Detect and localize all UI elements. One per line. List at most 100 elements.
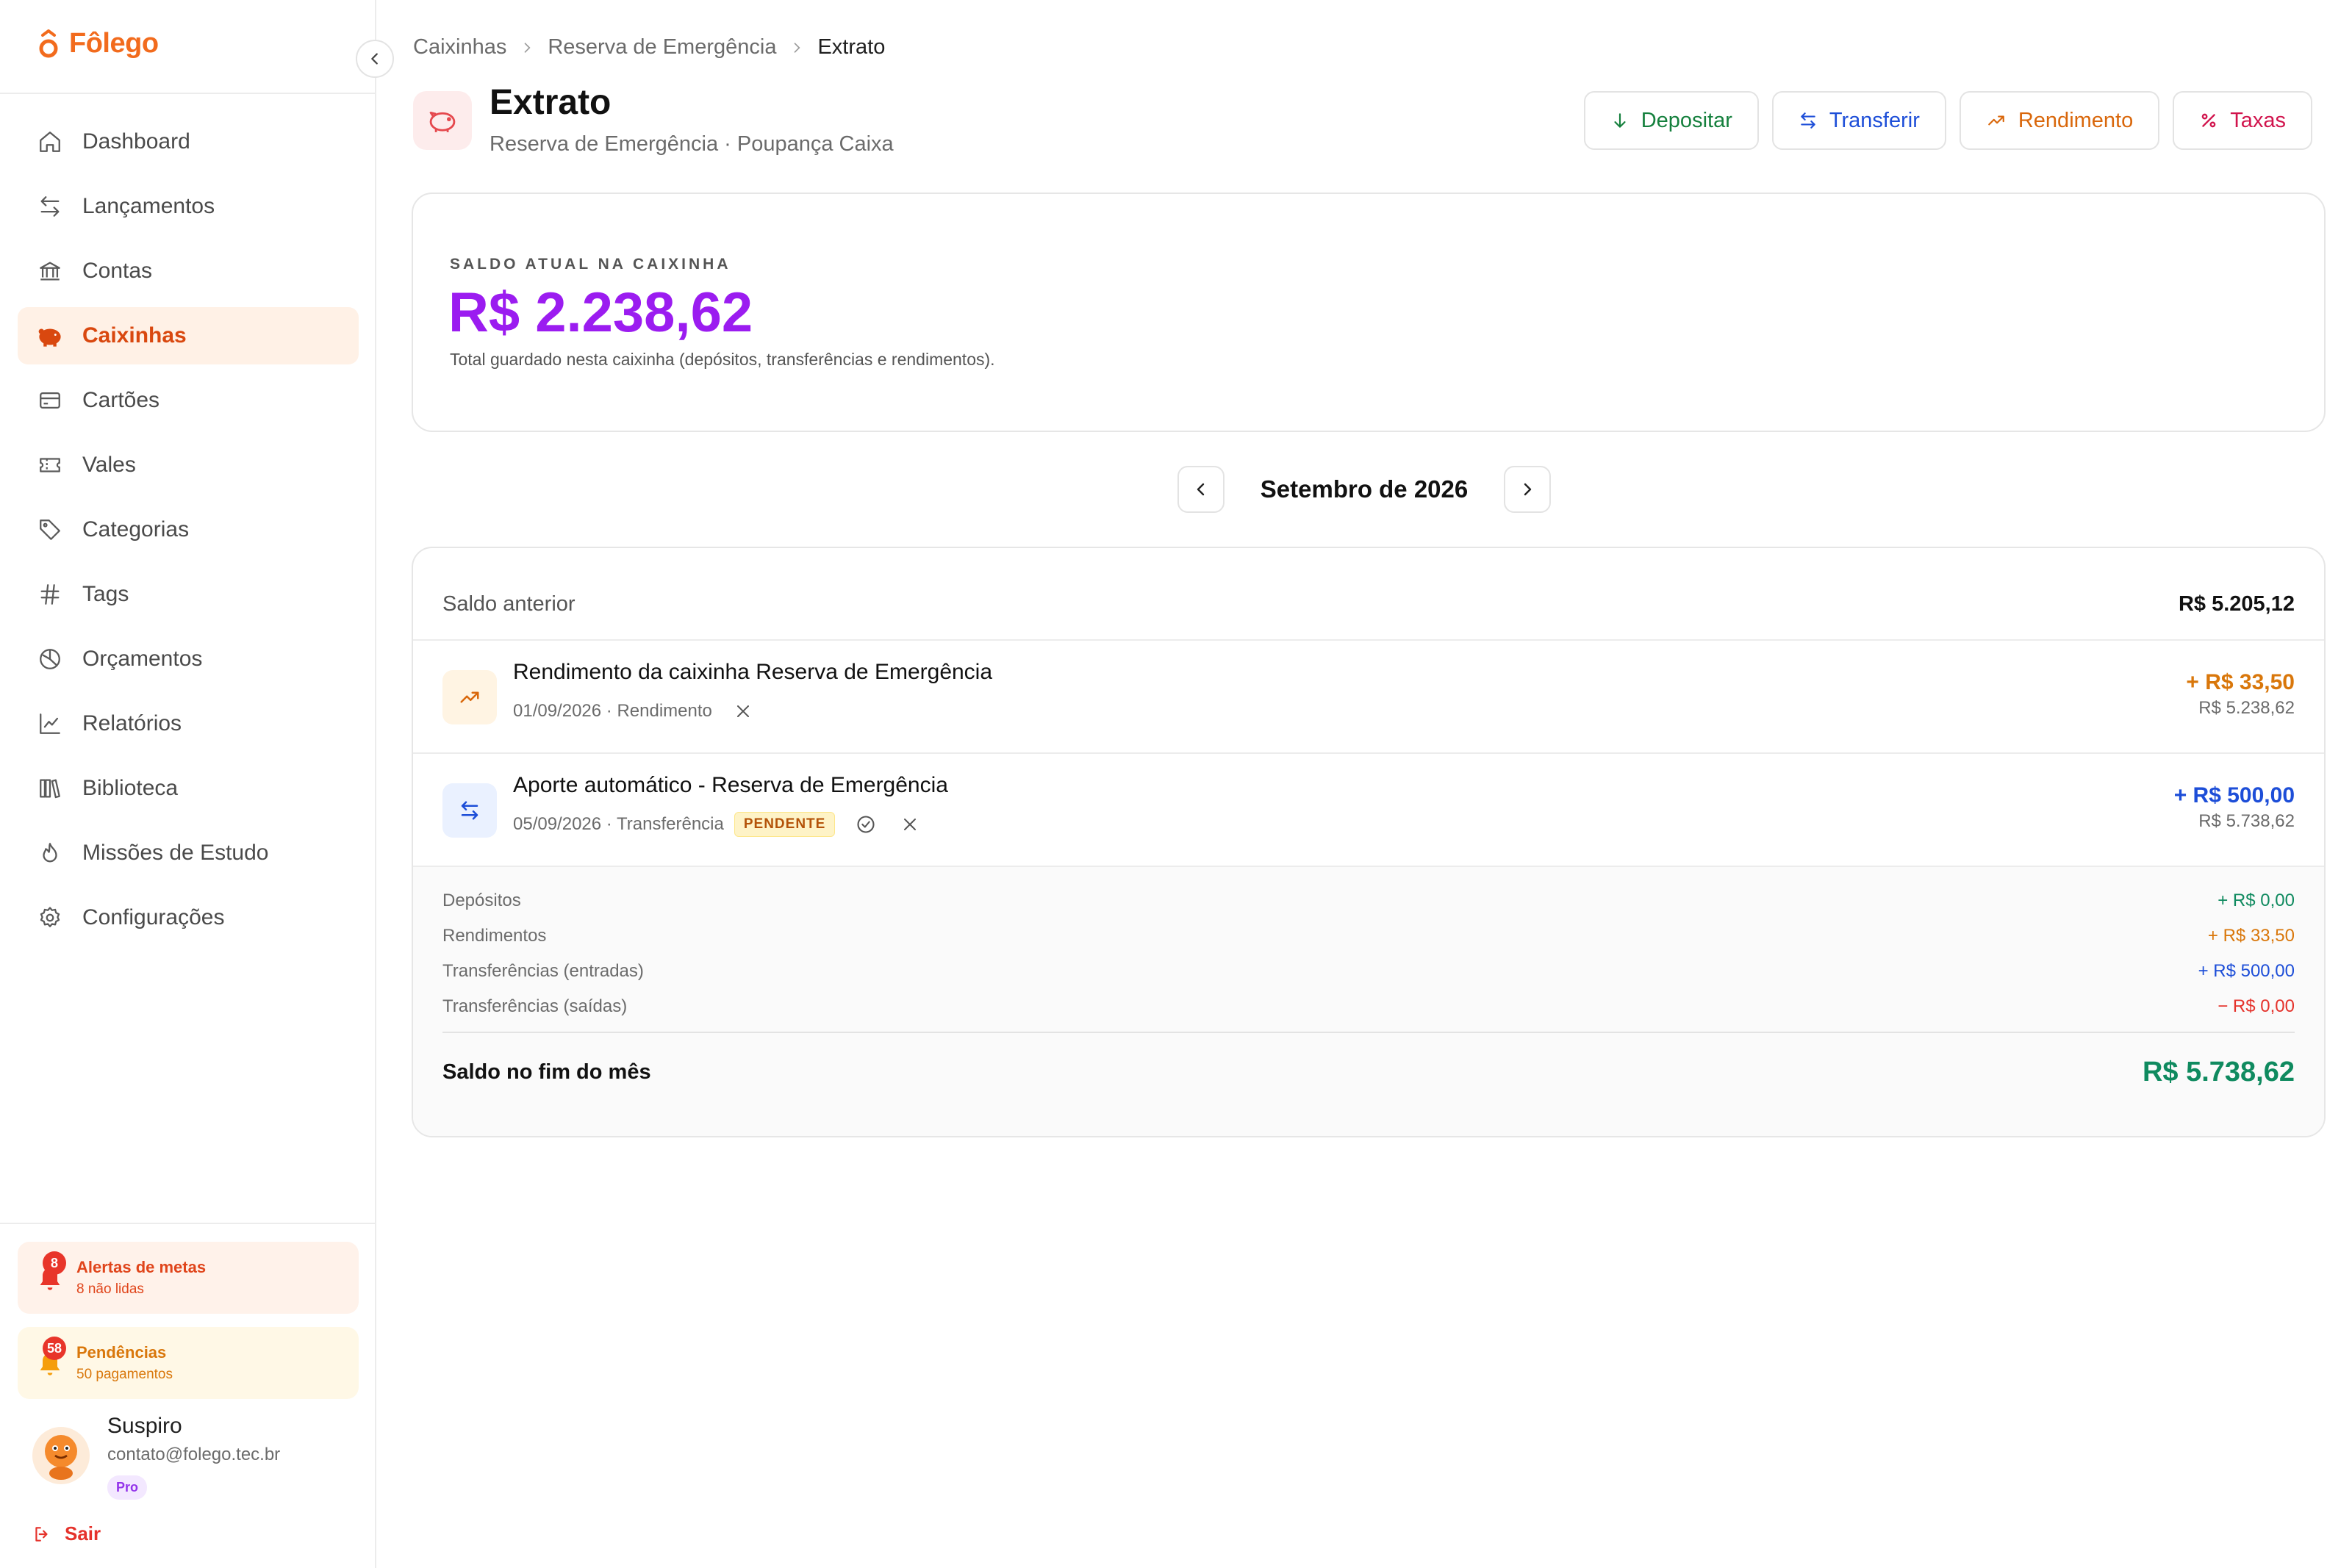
summary-value: − R$ 0,00 bbox=[2217, 996, 2295, 1016]
sidebar-divider bbox=[0, 93, 375, 94]
logout-label: Sair bbox=[65, 1522, 101, 1544]
delete-transaction-button[interactable] bbox=[730, 698, 756, 724]
sidebar-item-label: Cartões bbox=[82, 388, 160, 412]
plan-badge: Pro bbox=[107, 1475, 148, 1500]
current-month-label: Setembro de 2026 bbox=[1260, 475, 1469, 503]
summary-label: Transferências (entradas) bbox=[442, 961, 644, 981]
previous-balance-row: Saldo anterior R$ 5.205,12 bbox=[413, 548, 2324, 641]
pending-alerts-count: 58 bbox=[43, 1337, 67, 1360]
transaction-amount: + R$ 500,00 bbox=[2173, 783, 2295, 808]
arrows-exchange-icon bbox=[1799, 111, 1818, 130]
app-logo[interactable]: Fôlego bbox=[38, 28, 159, 60]
sidebar-item-configuracoes[interactable]: Configurações bbox=[18, 889, 359, 946]
summary-label: Transferências (saídas) bbox=[442, 996, 628, 1016]
summary-value: + R$ 33,50 bbox=[2207, 926, 2295, 946]
home-icon bbox=[35, 127, 65, 157]
confirm-transaction-button[interactable] bbox=[853, 811, 879, 838]
yield-label: Rendimento bbox=[2018, 108, 2134, 132]
summary-divider bbox=[442, 1032, 2295, 1033]
sidebar-item-dashboard[interactable]: Dashboard bbox=[18, 113, 359, 170]
previous-balance-value: R$ 5.205,12 bbox=[2178, 592, 2295, 616]
summary-row-transfers-in: Transferências (entradas) + R$ 500,00 bbox=[442, 957, 2295, 986]
chevron-right-icon bbox=[1519, 481, 1536, 498]
goal-alerts-subtitle: 8 não lidas bbox=[76, 1281, 144, 1297]
breadcrumb-item-caixinhas[interactable]: Caixinhas bbox=[413, 35, 506, 60]
pending-alerts-card[interactable]: 58 Pendências 50 pagamentos bbox=[18, 1327, 359, 1399]
breadcrumb-item-reserva[interactable]: Reserva de Emergência bbox=[548, 35, 776, 60]
goal-alerts-title: Alertas de metas bbox=[76, 1258, 207, 1276]
sidebar-item-caixinhas[interactable]: Caixinhas bbox=[18, 307, 359, 364]
books-icon bbox=[35, 774, 65, 803]
transaction-title: Aporte automático - Reserva de Emergênci… bbox=[513, 773, 948, 797]
chevron-right-icon bbox=[520, 40, 534, 55]
sidebar-item-contas[interactable]: Contas bbox=[18, 242, 359, 300]
transaction-meta: 01/09/2026 · Rendimento bbox=[513, 698, 756, 724]
summary-label: Rendimentos bbox=[442, 926, 547, 946]
sidebar-item-label: Tags bbox=[82, 582, 129, 606]
tag-icon bbox=[35, 515, 65, 544]
fees-button[interactable]: Taxas bbox=[2173, 91, 2312, 150]
status-badge: PENDENTE bbox=[734, 812, 836, 837]
next-month-button[interactable] bbox=[1504, 466, 1551, 513]
close-icon bbox=[734, 702, 752, 720]
end-of-month-balance-row: Saldo no fim do mês R$ 5.738,62 bbox=[442, 1057, 2295, 1088]
transaction-date-type: 01/09/2026 · Rendimento bbox=[513, 701, 712, 721]
page-subtitle: Reserva de Emergência · Poupança Caixa bbox=[490, 132, 894, 156]
logout-button[interactable]: Sair bbox=[32, 1522, 101, 1545]
transaction-row[interactable]: Aporte automático - Reserva de Emergênci… bbox=[413, 754, 2324, 867]
delete-transaction-button[interactable] bbox=[897, 811, 923, 838]
sidebar-item-missoes[interactable]: Missões de Estudo bbox=[18, 824, 359, 882]
transaction-title: Rendimento da caixinha Reserva de Emergê… bbox=[513, 660, 993, 684]
credit-card-icon bbox=[35, 386, 65, 415]
page-title: Extrato bbox=[490, 83, 612, 122]
end-of-month-value: R$ 5.738,62 bbox=[2142, 1057, 2295, 1087]
end-of-month-label: Saldo no fim do mês bbox=[442, 1060, 651, 1084]
transfer-button[interactable]: Transferir bbox=[1771, 91, 1946, 150]
deposit-label: Depositar bbox=[1641, 108, 1732, 132]
transaction-amount: + R$ 33,50 bbox=[2186, 670, 2295, 694]
piggy-bank-icon bbox=[35, 321, 65, 350]
month-summary: Depósitos + R$ 0,00 Rendimentos + R$ 33,… bbox=[413, 867, 2324, 1136]
transfer-label: Transferir bbox=[1829, 108, 1920, 132]
previous-balance-label: Saldo anterior bbox=[442, 592, 576, 616]
sidebar-item-cartoes[interactable]: Cartões bbox=[18, 372, 359, 429]
arrows-exchange-icon bbox=[35, 192, 65, 221]
sidebar-item-categorias[interactable]: Categorias bbox=[18, 501, 359, 558]
sidebar-nav: Dashboard Lançamentos Contas Caixinhas C… bbox=[18, 113, 359, 954]
sidebar-item-vales[interactable]: Vales bbox=[18, 436, 359, 494]
sidebar-item-label: Categorias bbox=[82, 517, 190, 542]
sidebar-item-lancamentos[interactable]: Lançamentos bbox=[18, 178, 359, 235]
user-profile[interactable]: Suspiro contato@folego.tec.br Pro bbox=[32, 1414, 280, 1500]
breadcrumb: Caixinhas Reserva de Emergência Extrato bbox=[413, 35, 885, 60]
balance-value: R$ 2.238,62 bbox=[448, 281, 753, 344]
transaction-running-balance: R$ 5.738,62 bbox=[2198, 811, 2295, 831]
arrows-exchange-icon bbox=[442, 783, 497, 838]
previous-month-button[interactable] bbox=[1177, 466, 1225, 513]
user-email: contato@folego.tec.br bbox=[107, 1445, 281, 1464]
transaction-row[interactable]: Rendimento da caixinha Reserva de Emergê… bbox=[413, 641, 2324, 754]
sidebar-item-label: Orçamentos bbox=[82, 647, 203, 671]
check-circle-icon bbox=[856, 814, 876, 835]
chevron-right-icon bbox=[789, 40, 804, 55]
sidebar-item-tags[interactable]: Tags bbox=[18, 566, 359, 623]
avatar bbox=[32, 1427, 90, 1484]
hash-icon bbox=[35, 580, 65, 609]
sidebar-item-label: Configurações bbox=[82, 905, 225, 929]
collapse-sidebar-button[interactable] bbox=[356, 40, 394, 78]
gear-icon bbox=[35, 903, 65, 932]
piggy-bank-icon bbox=[413, 91, 472, 150]
sidebar-item-biblioteca[interactable]: Biblioteca bbox=[18, 760, 359, 817]
sidebar-item-relatorios[interactable]: Relatórios bbox=[18, 695, 359, 752]
sidebar: Fôlego Dashboard Lançamentos Contas Caix… bbox=[0, 0, 376, 1568]
yield-button[interactable]: Rendimento bbox=[1959, 91, 2160, 150]
transaction-meta: 05/09/2026 · Transferência PENDENTE bbox=[513, 811, 923, 838]
sidebar-item-label: Dashboard bbox=[82, 129, 190, 154]
sidebar-divider-bottom bbox=[0, 1223, 375, 1224]
summary-value: + R$ 500,00 bbox=[2198, 961, 2295, 981]
sidebar-item-orcamentos[interactable]: Orçamentos bbox=[18, 630, 359, 688]
goal-alerts-card[interactable]: 8 Alertas de metas 8 não lidas bbox=[18, 1242, 359, 1314]
fees-label: Taxas bbox=[2230, 108, 2286, 132]
close-icon bbox=[901, 816, 919, 833]
deposit-button[interactable]: Depositar bbox=[1583, 91, 1759, 150]
statement-card: Saldo anterior R$ 5.205,12 Rendimento da… bbox=[412, 547, 2326, 1137]
